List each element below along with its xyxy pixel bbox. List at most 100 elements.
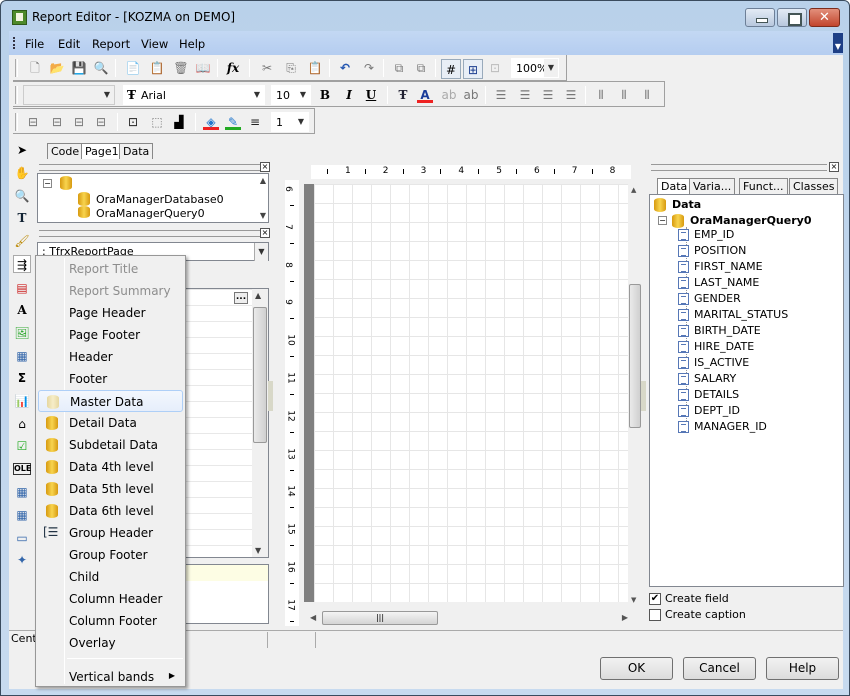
tab-classes[interactable]: Classes xyxy=(789,178,839,194)
tab-data[interactable]: Data xyxy=(119,143,154,159)
chart-icon[interactable]: 📊 xyxy=(13,392,31,410)
menubar-grip[interactable] xyxy=(13,37,15,49)
tab-page1[interactable]: Page1 xyxy=(81,143,123,159)
field-item[interactable]: EMP_ID xyxy=(678,228,734,244)
tree-item-database[interactable]: OraManagerDatabase0 xyxy=(96,193,224,206)
cross-tab-icon[interactable]: ▦ xyxy=(13,483,31,501)
subreport-icon[interactable]: ▦ xyxy=(13,347,31,365)
menu-item-vertical-bands[interactable]: Vertical bands ▶ xyxy=(38,666,183,688)
text-tool-icon[interactable]: T xyxy=(13,209,31,227)
new-icon[interactable]: 🗋 xyxy=(27,60,43,76)
sum-icon[interactable]: Σ xyxy=(13,369,31,387)
ok-button[interactable]: OK xyxy=(600,657,673,680)
report-tree-titlebar[interactable] xyxy=(39,164,261,171)
show-grid-icon[interactable]: # xyxy=(441,59,461,79)
fill-color-icon[interactable]: ◈ xyxy=(203,114,219,130)
field-item[interactable]: HIRE_DATE xyxy=(678,340,754,356)
menu-item-child[interactable]: Child xyxy=(38,566,183,588)
menu-item-column-footer[interactable]: Column Footer xyxy=(38,610,183,632)
bottom-line-icon[interactable]: ⊟ xyxy=(49,114,65,130)
scroll-up-icon[interactable]: ▲ xyxy=(255,291,261,300)
chevron-down-icon[interactable]: ▼ xyxy=(544,59,558,77)
system-text-icon[interactable]: A xyxy=(13,301,31,319)
preview-icon[interactable]: 🔍 xyxy=(93,60,109,76)
menu-item-master-data[interactable]: Master Data xyxy=(38,390,183,412)
field-item[interactable]: MANAGER_ID xyxy=(678,420,767,436)
font-size-combo[interactable]: 10 ▼ xyxy=(271,85,311,105)
field-item[interactable]: BIRTH_DATE xyxy=(678,324,761,340)
justify-icon[interactable]: ☰ xyxy=(563,87,579,103)
menu-item-column-header[interactable]: Column Header xyxy=(38,588,183,610)
create-caption-checkbox[interactable] xyxy=(649,609,661,621)
field-item[interactable]: DEPT_ID xyxy=(678,404,740,420)
rotation-icon[interactable]: ab xyxy=(463,87,479,103)
tab-data-tree-data[interactable]: Data xyxy=(657,178,692,194)
field-item[interactable]: POSITION xyxy=(678,244,746,260)
tab-code[interactable]: Code xyxy=(47,143,84,159)
paste-icon[interactable]: 📋 xyxy=(307,60,323,76)
menu-item-data-5th-level[interactable]: Data 5th level xyxy=(38,478,183,500)
ole-icon[interactable]: OLE xyxy=(13,463,31,475)
scroll-down-icon[interactable]: ▼ xyxy=(631,596,636,604)
insert-band-icon[interactable]: ⇶ xyxy=(13,255,31,273)
align-center-icon[interactable]: ☰ xyxy=(517,87,533,103)
underline-icon[interactable]: U xyxy=(363,87,379,103)
picture-icon[interactable]: 🖼 xyxy=(13,324,31,342)
inspector-titlebar[interactable] xyxy=(39,230,261,237)
align-right-icon[interactable]: ☰ xyxy=(540,87,556,103)
copy-icon[interactable]: ⎘ xyxy=(283,60,299,76)
menu-item-subdetail-data[interactable]: Subdetail Data xyxy=(38,434,183,456)
bold-icon[interactable]: B xyxy=(317,87,333,103)
no-frame-icon[interactable]: ⬚ xyxy=(149,114,165,130)
menu-view[interactable]: View xyxy=(141,37,168,51)
property-scrollbar[interactable]: ▲ ▼ xyxy=(252,289,268,557)
chevron-down-icon[interactable]: ▼ xyxy=(100,86,114,104)
tab-variables[interactable]: Varia... xyxy=(689,178,736,194)
tab-functions[interactable]: Funct... xyxy=(739,178,788,194)
menu-report[interactable]: Report xyxy=(92,37,130,51)
menu-item-page-header[interactable]: Page Header xyxy=(38,302,183,324)
shadow-icon[interactable]: ▟ xyxy=(171,114,187,130)
chevron-down-icon[interactable]: ▼ xyxy=(250,86,264,104)
chevron-down-icon[interactable]: ▼ xyxy=(294,113,308,131)
menu-item-group-footer[interactable]: Group Footer xyxy=(38,544,183,566)
hand-tool-icon[interactable]: ✋ xyxy=(13,164,31,182)
right-line-icon[interactable]: ⊟ xyxy=(93,114,109,130)
field-item[interactable]: MARITAL_STATUS xyxy=(678,308,788,324)
menu-item-footer[interactable]: Footer xyxy=(38,368,183,390)
menu-item-overlay[interactable]: Overlay xyxy=(38,632,183,654)
more-objects-icon[interactable]: ✦ xyxy=(13,551,31,569)
checkbox-icon[interactable]: ☑ xyxy=(13,437,31,455)
top-line-icon[interactable]: ⊟ xyxy=(25,114,41,130)
align-bottom-icon[interactable]: ⦀ xyxy=(639,87,655,103)
menu-help[interactable]: Help xyxy=(179,37,205,51)
close-data-tree-button[interactable]: × xyxy=(829,162,839,172)
frame-style-icon[interactable]: ≡ xyxy=(247,114,263,130)
chevron-down-icon[interactable]: ▼ xyxy=(254,243,268,261)
toolbar-grip[interactable] xyxy=(15,86,18,104)
collapse-icon[interactable]: − xyxy=(43,179,52,188)
align-to-grid-icon[interactable]: ⊞ xyxy=(463,59,483,79)
create-field-checkbox[interactable]: ✔ xyxy=(649,593,661,605)
text-object-icon[interactable]: ▤ xyxy=(13,279,31,297)
canvas-horizontal-scrollbar[interactable]: ◀ ||| ▶ xyxy=(304,610,632,626)
close-button[interactable] xyxy=(809,8,840,27)
scroll-thumb[interactable] xyxy=(253,307,267,443)
menubar-chevron-icon[interactable]: ▼ xyxy=(833,33,843,53)
help-button[interactable]: Help xyxy=(766,657,839,680)
field-item[interactable]: FIRST_NAME xyxy=(678,260,763,276)
field-item[interactable]: DETAILS xyxy=(678,388,739,404)
menu-item-header[interactable]: Header xyxy=(38,346,183,368)
frame-color-icon[interactable]: ✎ xyxy=(225,114,241,130)
data-tree-titlebar[interactable] xyxy=(651,164,827,171)
cut-icon[interactable]: ✂ xyxy=(259,60,275,76)
undo-icon[interactable]: ↶ xyxy=(337,60,353,76)
toolbar-grip[interactable] xyxy=(15,113,18,131)
frame-width-combo[interactable]: 1 ▼ xyxy=(271,112,309,132)
line-icon[interactable]: ▭ xyxy=(13,529,31,547)
scroll-down-icon[interactable]: ▼ xyxy=(255,546,261,555)
menu-item-page-footer[interactable]: Page Footer xyxy=(38,324,183,346)
all-frame-lines-icon[interactable]: ⊡ xyxy=(125,114,141,130)
highlight-icon[interactable]: ab xyxy=(441,87,457,103)
scroll-thumb[interactable] xyxy=(629,284,641,428)
